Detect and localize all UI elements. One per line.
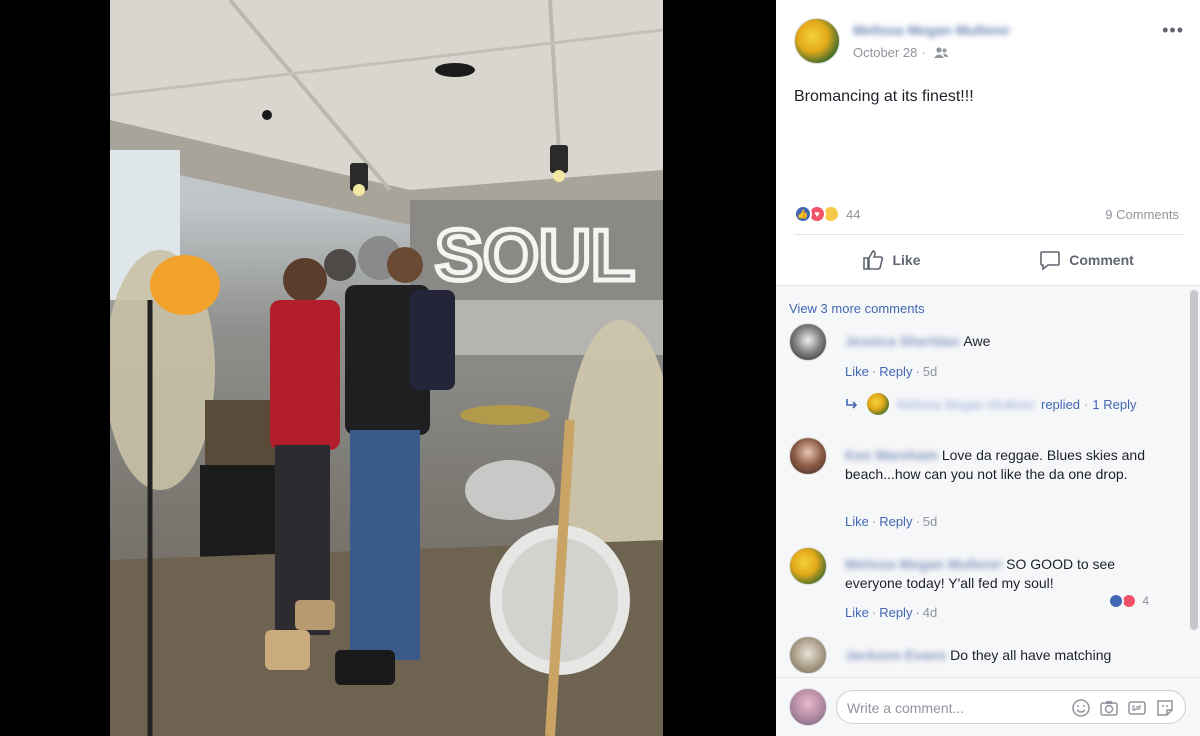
speech-bubble-icon [1040, 251, 1061, 271]
comment-timestamp[interactable]: 5d [923, 364, 937, 379]
comment-like-link[interactable]: Like [845, 605, 869, 620]
comments-section: View 3 more comments Jessica Sheridan Awe… [776, 285, 1200, 677]
comment-reply-link[interactable]: Reply [879, 605, 912, 620]
replier-name: Melissa Megan Mullerer [897, 396, 1035, 412]
commenter-name[interactable]: Ken Wareham [845, 447, 938, 463]
comment-item: Melissa Megan Mullerer SO GOOD to see eve… [789, 547, 1169, 627]
sticker-icon[interactable] [1155, 698, 1175, 718]
post-text: Bromancing at its finest!!! [794, 88, 974, 105]
author-avatar[interactable] [794, 18, 840, 64]
like-button-label: Like [892, 252, 921, 268]
comment-reactions-badge[interactable]: 4 [1108, 593, 1149, 609]
comment-reply-link[interactable]: Reply [879, 364, 912, 379]
svg-text:SOUL: SOUL [435, 216, 635, 296]
comment-text: Do they all have matching [950, 647, 1112, 663]
reply-arrow-icon [846, 399, 858, 409]
comment-item: Jessica Sheridan Awe Like · Reply · 5d Meliss… [789, 323, 1169, 423]
post-meta: October 28 · [853, 45, 948, 60]
comment-input[interactable] [847, 698, 1067, 718]
comment-like-link[interactable]: Like [845, 514, 869, 529]
like-reaction-icon [1108, 593, 1125, 609]
emoji-icon[interactable] [1071, 698, 1091, 718]
commenter-name[interactable]: Jessica Sheridan [845, 333, 959, 349]
comment-button-label: Comment [1069, 252, 1134, 268]
comment-button[interactable]: Comment [989, 238, 1184, 282]
like-reaction-icon: 👍 [794, 205, 812, 223]
replied-label: replied [1041, 396, 1081, 412]
reaction-icons[interactable]: 👍 ♥ [794, 205, 840, 223]
commenter-avatar[interactable] [789, 323, 827, 361]
comment-body: Melissa Megan Mullerer SO GOOD to see eve… [845, 555, 1155, 593]
replies-summary[interactable]: Melissa Megan Mullerer replied · 1 Reply [845, 393, 1136, 415]
commenter-avatar[interactable] [789, 437, 827, 475]
comment-text: Awe [963, 333, 991, 349]
comment-like-link[interactable]: Like [845, 364, 869, 379]
gif-icon[interactable] [1127, 698, 1147, 718]
post-date[interactable]: October 28 [853, 45, 917, 60]
commenter-avatar[interactable] [789, 547, 827, 585]
post-photo[interactable]: SOUL [110, 0, 663, 736]
comments-scrollbar[interactable] [1190, 290, 1198, 630]
comment-composer [776, 677, 1200, 736]
comment-timestamp[interactable]: 5d [923, 514, 937, 529]
post-side-panel: Melissa Megan Mullerer October 28 · ••• … [776, 0, 1200, 736]
stage-photo-illustration: SOUL [110, 0, 663, 736]
comment-count[interactable]: 9 Comments [1105, 207, 1179, 222]
comment-item: Ken Wareham Love da reggae. Blues skies a… [789, 437, 1169, 537]
view-more-comments-link[interactable]: View 3 more comments [789, 301, 925, 316]
comment-body: Jackson Evans Do they all have matching [845, 646, 1155, 665]
comment-reaction-count: 4 [1142, 594, 1149, 608]
comment-actions: Like · Reply · 4d [845, 605, 938, 620]
post-action-bar: Like Comment [794, 238, 1184, 282]
comment-input-wrapper [836, 690, 1186, 724]
reactions-summary: 👍 ♥ 44 9 Comments [794, 204, 1179, 224]
current-user-avatar [789, 688, 827, 726]
comment-body: Ken Wareham Love da reggae. Blues skies a… [845, 446, 1155, 484]
photo-viewer: SOUL Melissa Megan Mullerer October 28 ·… [0, 0, 1200, 736]
commenter-name[interactable]: Jackson Evans [845, 647, 946, 663]
divider [794, 234, 1184, 235]
comment-body: Jessica Sheridan Awe [845, 332, 1155, 351]
comment-timestamp[interactable]: 4d [923, 605, 937, 620]
reaction-count[interactable]: 44 [846, 207, 860, 222]
commenter-name[interactable]: Melissa Megan Mullerer [845, 556, 1002, 572]
commenter-avatar[interactable] [789, 636, 827, 674]
thumbs-up-icon [863, 250, 884, 270]
photo-pane: SOUL [0, 0, 776, 736]
comment-actions: Like · Reply · 5d [845, 364, 938, 379]
like-button[interactable]: Like [794, 238, 989, 282]
more-options-icon[interactable]: ••• [1162, 20, 1184, 41]
replier-avatar [867, 393, 889, 415]
friends-icon [933, 46, 948, 58]
comment-item: Jackson Evans Do they all have matching [789, 636, 1169, 677]
replies-count-link[interactable]: 1 Reply [1092, 397, 1136, 412]
post-header: Melissa Megan Mullerer October 28 · ••• [794, 18, 1184, 68]
comment-actions: Like · Reply · 5d [845, 514, 938, 529]
composer-icons [1071, 698, 1175, 718]
camera-icon[interactable] [1099, 698, 1119, 718]
comment-reply-link[interactable]: Reply [879, 514, 912, 529]
author-name[interactable]: Melissa Megan Mullerer [853, 22, 1010, 38]
